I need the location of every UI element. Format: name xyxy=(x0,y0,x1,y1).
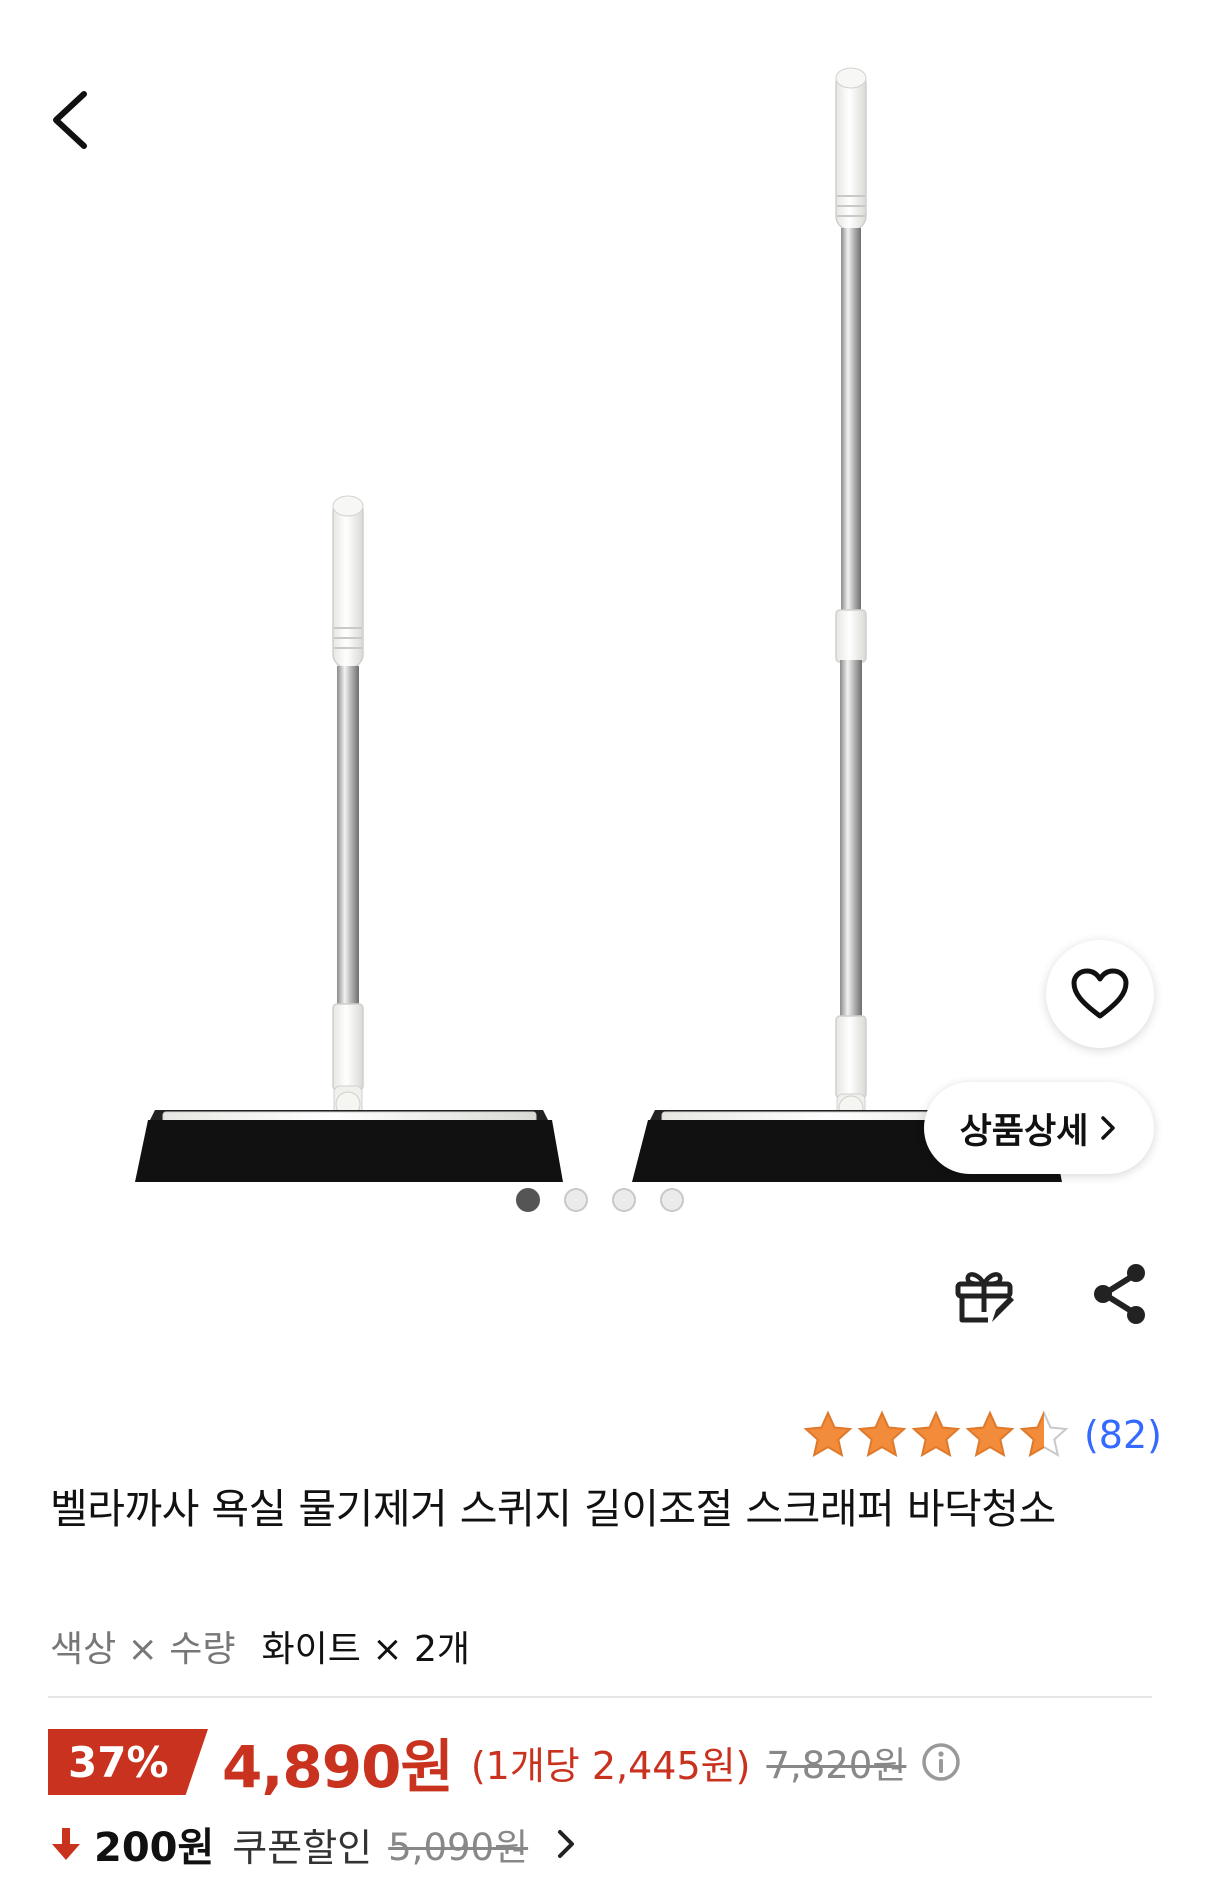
star-full-icon xyxy=(857,1410,907,1458)
heart-outline-icon xyxy=(1071,968,1129,1019)
coupon-discount-row[interactable]: 200원 쿠폰할인 5,090원 xyxy=(50,1816,580,1872)
option-label: 색상 × 수량 xyxy=(50,1629,236,1670)
star-full-icon xyxy=(803,1410,853,1458)
chevron-right-icon xyxy=(558,1830,575,1858)
gallery-pagination xyxy=(516,1188,684,1212)
product-title: 벨라까사 욕실 물기제거 스퀴지 길이조절 스크래퍼 바닥청소 xyxy=(50,1485,1056,1533)
product-detail-label: 상품상세 xyxy=(959,1111,1089,1152)
chevron-right-icon xyxy=(1101,1116,1116,1140)
star-half-icon xyxy=(1019,1410,1069,1458)
pagination-dot[interactable] xyxy=(660,1188,684,1212)
share-icon xyxy=(1094,1264,1145,1324)
rating-summary[interactable]: (82) xyxy=(802,1410,1162,1460)
pagination-dot[interactable] xyxy=(612,1188,636,1212)
unit-price: (1개당 2,445원) xyxy=(470,1743,751,1788)
coupon-original-price: 5,090원 xyxy=(388,1826,529,1869)
option-value: 화이트 × 2개 xyxy=(261,1629,470,1670)
review-count[interactable]: (82) xyxy=(1084,1413,1162,1457)
share-button[interactable] xyxy=(1090,1262,1150,1326)
original-price: 7,820원 xyxy=(766,1744,907,1787)
product-detail-page: 상품상세 (82) 벨라까사 욕실 물기제거 스퀴지 길이조절 스크래퍼 바닥청… xyxy=(0,0,1206,1901)
wishlist-button[interactable] xyxy=(1046,940,1154,1048)
arrow-down-icon xyxy=(52,1828,80,1860)
discount-badge: 37% xyxy=(48,1729,208,1795)
gift-button[interactable] xyxy=(952,1262,1016,1326)
pagination-dot[interactable] xyxy=(516,1188,540,1212)
info-icon[interactable] xyxy=(920,1741,962,1783)
back-button[interactable] xyxy=(40,80,100,160)
star-full-icon xyxy=(911,1410,961,1458)
coupon-amount: 200원 xyxy=(94,1825,215,1871)
divider xyxy=(48,1696,1152,1698)
product-detail-button[interactable]: 상품상세 xyxy=(924,1082,1154,1174)
product-gallery[interactable]: 상품상세 xyxy=(0,0,1206,1230)
star-full-icon xyxy=(965,1410,1015,1458)
pagination-dot[interactable] xyxy=(564,1188,588,1212)
star-rating xyxy=(802,1410,1070,1460)
chevron-left-icon xyxy=(53,91,87,149)
sale-price: 4,890원 xyxy=(222,1733,454,1801)
price-row: 37% 4,890원 (1개당 2,445원) 7,820원 xyxy=(48,1726,962,1801)
selected-option: 색상 × 수량 화이트 × 2개 xyxy=(50,1620,470,1672)
coupon-label: 쿠폰할인 xyxy=(232,1825,373,1870)
gift-icon xyxy=(955,1272,1014,1323)
product-image xyxy=(135,67,1062,1182)
